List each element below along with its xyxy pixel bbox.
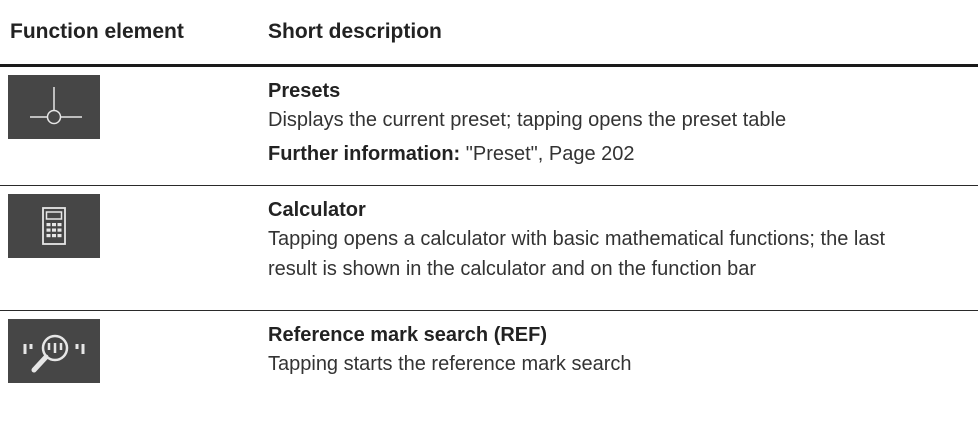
- row-description: Tapping opens a calculator with basic ma…: [268, 228, 886, 280]
- header-short-description: Short description: [268, 20, 442, 43]
- table-row-calculator: Calculator Tapping opens a calculator wi…: [0, 186, 978, 311]
- row-title: Presets: [268, 80, 341, 102]
- row-title: Calculator: [268, 199, 366, 221]
- further-information-label: Further information:: [268, 143, 461, 165]
- table-row-reference-mark-search: Reference mark search (REF) Tapping star…: [0, 311, 978, 425]
- function-table: Function element Short description Prese…: [0, 0, 978, 425]
- reference-mark-search-icon[interactable]: [8, 319, 100, 383]
- row-title: Reference mark search (REF): [268, 324, 548, 346]
- header-function-element: Function element: [10, 20, 184, 43]
- preset-crosshair-icon[interactable]: [8, 75, 100, 139]
- table-header: Function element Short description: [0, 0, 978, 67]
- row-description: Tapping starts the reference mark search: [268, 353, 632, 375]
- row-description: Displays the current preset; tapping ope…: [268, 109, 787, 131]
- table-row-presets: Presets Displays the current preset; tap…: [0, 67, 978, 186]
- calculator-icon[interactable]: [8, 194, 100, 258]
- further-information-link[interactable]: "Preset", Page 202: [460, 143, 635, 165]
- further-information: Further information: "Preset", Page 202: [268, 139, 978, 169]
